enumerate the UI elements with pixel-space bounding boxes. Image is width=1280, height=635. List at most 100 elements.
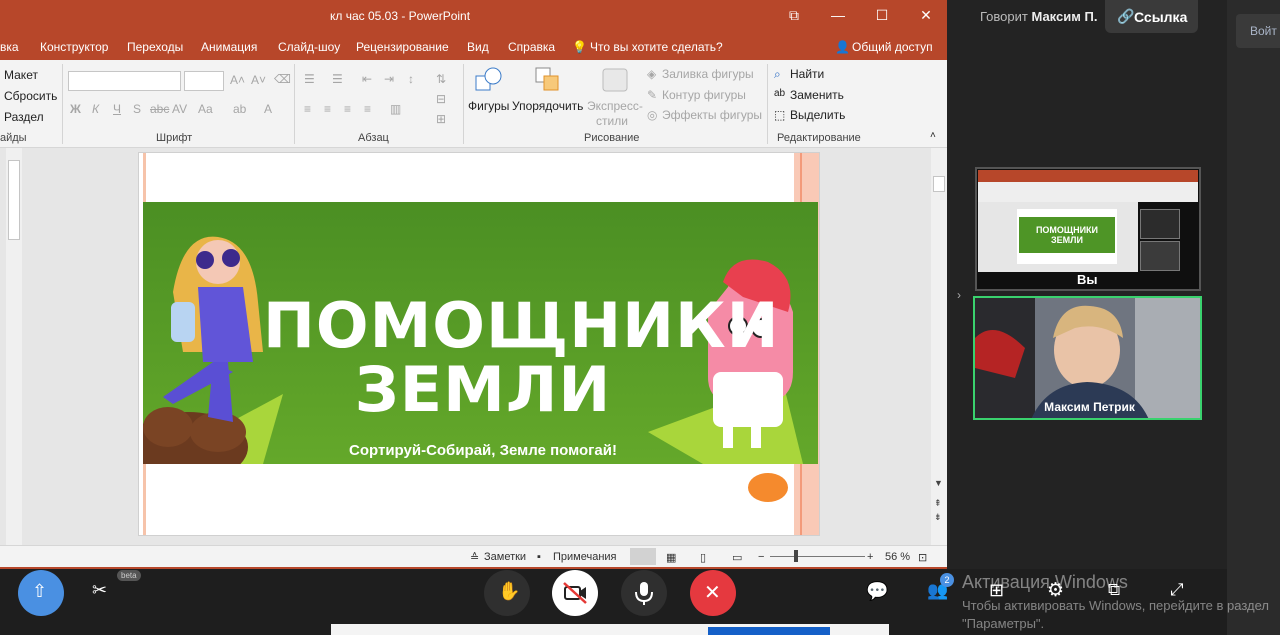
bullets-icon[interactable]: ☰ — [304, 72, 315, 86]
sorter-view-icon[interactable]: ▦ — [666, 551, 676, 564]
minimize-icon[interactable]: — — [816, 0, 860, 30]
participant-video-tile[interactable]: Максим Петрик — [973, 296, 1202, 420]
bold-icon[interactable]: Ж — [70, 102, 81, 116]
slide-tagline: Сортируй-Собирай, Земле помогай! — [349, 442, 617, 459]
quick-styles-button[interactable]: Экспресс- — [587, 99, 643, 113]
slide-scrollbar[interactable]: ▼ ⇞ ⇟ — [931, 148, 947, 545]
decrease-indent-icon[interactable]: ⇤ — [362, 72, 372, 86]
shadow-icon[interactable]: S — [133, 102, 141, 116]
tab-view[interactable]: Вид — [467, 40, 489, 54]
speaker-prefix: Говорит — [980, 9, 1028, 24]
shape-effects-button[interactable]: Эффекты фигуры — [662, 108, 762, 122]
chat-icon[interactable]: 💬 — [866, 581, 888, 602]
zoom-out-icon[interactable]: − — [758, 551, 764, 563]
tab-transitions[interactable]: Переходы — [127, 40, 183, 54]
comments-button[interactable]: Примечания — [553, 551, 617, 563]
slideshow-view-icon[interactable]: ▭ — [732, 551, 742, 564]
shape-fill-button[interactable]: Заливка фигуры — [662, 67, 754, 81]
collapse-ribbon-icon[interactable]: ˄ — [930, 130, 936, 141]
change-case-icon[interactable]: Aa — [198, 102, 213, 116]
reading-view-icon[interactable]: ▯ — [700, 551, 706, 564]
group-label-editing: Редактирование — [777, 132, 861, 144]
zoom-slider-thumb[interactable] — [794, 550, 798, 562]
tab-review[interactable]: Рецензирование — [356, 40, 449, 54]
notes-button[interactable]: Заметки — [484, 551, 526, 563]
text-direction-icon[interactable]: ⇅ — [436, 72, 446, 86]
reset-button[interactable]: Сбросить — [4, 89, 57, 103]
status-bar: ≙ Заметки ▪ Примечания ▦ ▯ ▭ − + 56 % ⊡ — [0, 545, 947, 567]
tab-help[interactable]: Справка — [508, 40, 555, 54]
quick-styles-label: стили — [596, 114, 628, 128]
section-button[interactable]: Раздел — [4, 110, 44, 124]
microphone-button[interactable] — [621, 570, 667, 616]
align-center-icon[interactable]: ≡ — [324, 102, 331, 116]
columns-icon[interactable]: ▥ — [390, 102, 401, 116]
grow-font-icon[interactable]: A˄ — [230, 73, 245, 87]
camera-toggle-button[interactable] — [552, 570, 598, 616]
find-button[interactable]: Найти — [790, 67, 824, 81]
replace-button[interactable]: Заменить — [790, 88, 844, 102]
font-name-input[interactable] — [68, 71, 181, 91]
underline-icon[interactable]: Ч — [113, 102, 121, 116]
zoom-in-icon[interactable]: + — [867, 551, 873, 563]
line-spacing-icon[interactable]: ↕ — [408, 72, 414, 86]
shrink-font-icon[interactable]: A˅ — [251, 73, 266, 87]
arrange-icon[interactable] — [534, 66, 564, 94]
tell-me-search[interactable]: Что вы хотите сделать? — [590, 40, 723, 54]
participants-count-badge: 2 — [940, 573, 954, 587]
ribbon-display-icon[interactable]: ⧉ — [772, 0, 816, 30]
notes-icon: ≙ — [470, 552, 480, 564]
justify-icon[interactable]: ≡ — [364, 102, 371, 116]
thumbnail-scrollbar[interactable] — [6, 148, 22, 545]
align-right-icon[interactable]: ≡ — [344, 102, 351, 116]
side-strip — [1227, 0, 1280, 635]
numbering-icon[interactable]: ☰ — [332, 72, 343, 86]
speaker-name: Максим П. — [1031, 9, 1098, 24]
align-text-icon[interactable]: ⊟ — [436, 92, 446, 106]
bottom-blue-bar — [708, 627, 830, 635]
join-button[interactable]: Войт — [1236, 14, 1280, 48]
speaker-indicator: Говорит Максим П. — [980, 9, 1097, 24]
fit-slide-icon[interactable]: ⊡ — [918, 551, 927, 564]
zoom-slider[interactable] — [770, 556, 865, 557]
clear-format-icon[interactable]: ⌫ — [274, 72, 291, 86]
increase-indent-icon[interactable]: ⇥ — [384, 72, 394, 86]
powerpoint-title-bar: кл час 05.03 - PowerPoint ⧉ — ☐ ✕ — [0, 0, 947, 32]
expand-chevron-icon[interactable]: › — [957, 288, 961, 302]
tab-design[interactable]: Конструктор — [40, 40, 108, 54]
smartart-icon[interactable]: ⊞ — [436, 112, 446, 126]
select-button[interactable]: Выделить — [790, 108, 845, 122]
leave-call-button[interactable]: ✕ — [690, 570, 736, 616]
shape-outline-button[interactable]: Контур фигуры — [662, 88, 746, 102]
share-button[interactable]: Общий доступ — [852, 40, 933, 54]
font-size-input[interactable] — [184, 71, 224, 91]
screen-share-tile[interactable]: ПОМОЩНИКИ ЗЕМЛИ Вы — [975, 167, 1201, 291]
raise-hand-button[interactable]: ✋ — [484, 570, 530, 616]
arrange-button[interactable]: Упорядочить — [512, 99, 583, 113]
effects-icon: ◎ — [647, 108, 658, 122]
layout-button[interactable]: Макет — [4, 68, 38, 82]
tab-slideshow[interactable]: Слайд-шоу — [278, 40, 340, 54]
camera-off-icon — [563, 582, 587, 604]
tab-animations[interactable]: Анимация — [201, 40, 257, 54]
spacing-icon[interactable]: AV — [172, 102, 187, 116]
strikethrough-icon[interactable]: abc — [150, 102, 169, 116]
mini-slide-title1: ПОМОЩНИКИ — [1035, 225, 1099, 235]
close-window-icon[interactable]: ✕ — [904, 0, 948, 30]
normal-view-icon[interactable] — [630, 548, 656, 565]
mini-slide-title2: ЗЕМЛИ — [1051, 235, 1083, 245]
current-slide[interactable]: ПОМОЩНИКИ ЗЕМЛИ Сортируй-Собирай, Земле … — [138, 152, 820, 536]
font-color-icon[interactable]: A — [264, 102, 272, 116]
tab-insert[interactable]: вка — [0, 40, 19, 54]
effects-button-icon[interactable]: ✂ — [92, 580, 107, 601]
shapes-button[interactable]: Фигуры — [468, 99, 509, 113]
maximize-icon[interactable]: ☐ — [860, 0, 904, 30]
group-label-drawing: Рисование — [584, 132, 640, 144]
zoom-level[interactable]: 56 % — [885, 551, 910, 563]
share-screen-button[interactable]: ⇧ — [18, 570, 64, 616]
highlight-icon[interactable]: ab — [233, 102, 246, 116]
copy-link-button[interactable]: 🔗 Ссылка — [1105, 0, 1198, 33]
align-left-icon[interactable]: ≡ — [304, 102, 311, 116]
shapes-icon[interactable] — [474, 66, 504, 94]
italic-icon[interactable]: К — [92, 102, 99, 116]
